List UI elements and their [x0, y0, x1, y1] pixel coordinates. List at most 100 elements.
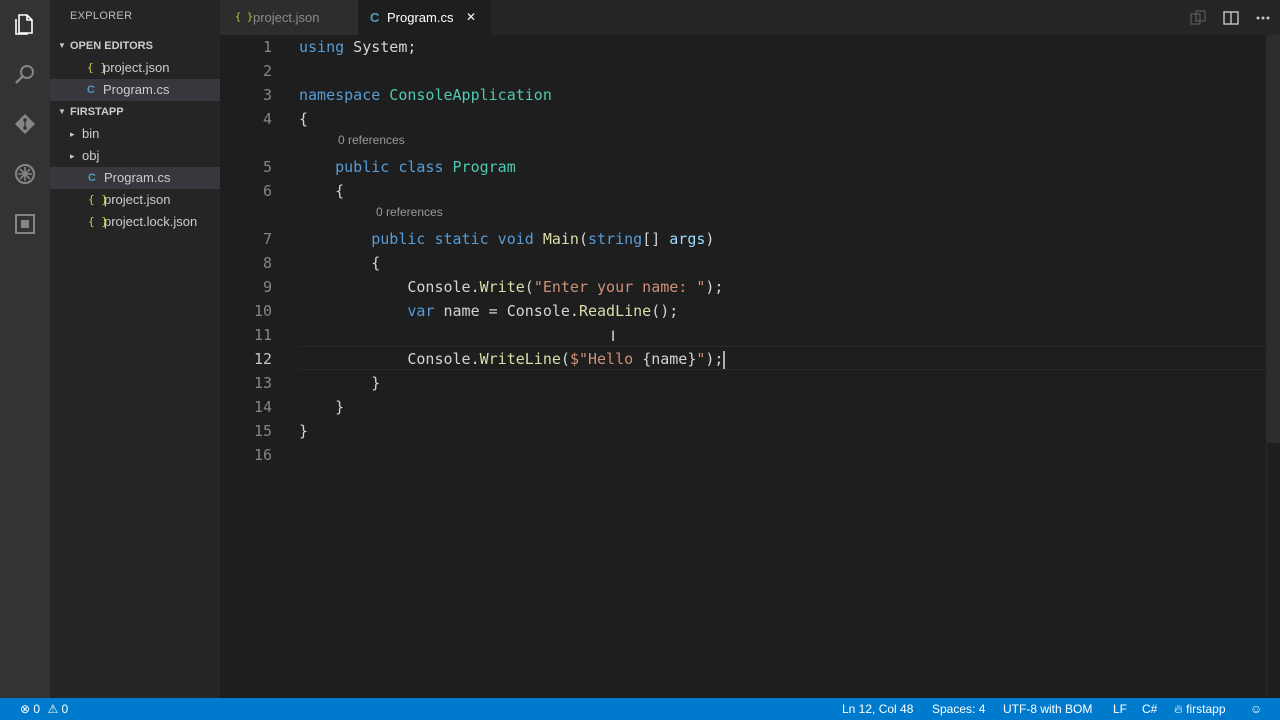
code-token: Console.: [299, 278, 480, 296]
code-token: $"Hello: [569, 350, 643, 368]
line-number: 15: [253, 422, 272, 440]
json-file-icon: { }: [235, 12, 254, 23]
csharp-file-icon: C: [88, 172, 96, 184]
vertical-scrollbar-thumb[interactable]: [1267, 35, 1280, 443]
folder-header-firstapp[interactable]: ▼ FIRSTAPP: [50, 101, 220, 123]
code-token: var: [407, 302, 435, 320]
code-token: args: [669, 230, 706, 248]
code-token: Main: [533, 230, 579, 248]
code-line[interactable]: public class Program: [299, 155, 516, 179]
code-token: );: [705, 278, 724, 296]
code-token: public class: [335, 158, 444, 176]
feedback-smiley-icon[interactable]: ☺: [1250, 698, 1262, 720]
code-token: ();: [651, 302, 679, 320]
tree-item-project-lock-json[interactable]: { } project.lock.json: [50, 211, 220, 233]
open-editor-item-program-cs[interactable]: C Program.cs: [50, 79, 220, 101]
explorer-icon[interactable]: [13, 12, 37, 36]
search-icon[interactable]: [13, 62, 37, 86]
code-line[interactable]: using System;: [299, 35, 416, 59]
line-number: 10: [253, 302, 272, 320]
code-token: ReadLine: [578, 302, 652, 320]
status-bar: ⊗ 0 ⚠ 0 Ln 12, Col 48 Spaces: 4 UTF-8 wi…: [0, 698, 1280, 720]
language-mode[interactable]: C#: [1142, 698, 1157, 720]
code-line[interactable]: public static void Main(string[] args): [299, 227, 714, 251]
code-line[interactable]: }: [299, 371, 380, 395]
chevron-down-icon: ▼: [58, 107, 66, 116]
line-number: 16: [253, 446, 272, 464]
text-caret: [723, 350, 726, 369]
tab-program-cs[interactable]: C Program.cs ✕: [358, 0, 490, 35]
code-token: }: [299, 398, 345, 416]
sidebar-title: EXPLORER: [70, 10, 133, 22]
code-token: {: [299, 110, 309, 128]
line-number: 6: [262, 182, 272, 200]
code-token: System;: [344, 38, 417, 56]
project-status[interactable]: 🔥︎ firstapp: [1174, 698, 1226, 720]
csharp-file-icon: C: [370, 10, 380, 25]
codelens-references[interactable]: 0 references: [376, 202, 443, 222]
open-changes-icon[interactable]: [1190, 10, 1206, 29]
code-line[interactable]: Console.Write("Enter your name: ");: [299, 275, 723, 299]
errors-status[interactable]: ⊗ 0 ⚠ 0: [20, 698, 68, 720]
tree-item-project-json[interactable]: { } project.json: [50, 189, 220, 211]
tree-item-bin[interactable]: ▸ bin: [50, 123, 220, 145]
open-editor-item-project-json[interactable]: { } project.json: [50, 57, 220, 79]
code-token: Console.: [299, 350, 480, 368]
cursor-position[interactable]: Ln 12, Col 48: [842, 698, 913, 720]
code-token: Program: [443, 158, 516, 176]
tree-item-obj[interactable]: ▸ obj: [50, 145, 220, 167]
code-token: string: [588, 230, 643, 248]
csharp-file-icon: C: [87, 84, 95, 96]
explorer-sidebar: EXPLORER ▼ OPEN EDITORS { } project.json…: [50, 0, 220, 698]
code-token: using: [299, 38, 345, 56]
code-line[interactable]: }: [299, 395, 344, 419]
code-token: "Enter your name: ": [533, 278, 706, 296]
chevron-right-icon: ▸: [70, 129, 75, 139]
line-number: 12: [253, 350, 272, 368]
code-token: name = Console.: [434, 302, 579, 320]
code-line[interactable]: {: [299, 251, 380, 275]
code-line[interactable]: {: [299, 179, 344, 203]
open-editors-header[interactable]: ▼ OPEN EDITORS: [50, 35, 220, 57]
split-editor-icon[interactable]: [1223, 10, 1239, 29]
code-line[interactable]: namespace ConsoleApplication: [299, 83, 552, 107]
eol-status[interactable]: LF: [1113, 698, 1127, 720]
indentation-status[interactable]: Spaces: 4: [932, 698, 985, 720]
code-token: namespace: [299, 86, 381, 104]
code-token: WriteLine: [479, 350, 561, 368]
code-token: }: [299, 374, 381, 392]
line-number: 9: [262, 278, 272, 296]
code-token: public static void: [371, 230, 534, 248]
more-actions-icon[interactable]: [1255, 10, 1271, 29]
code-line[interactable]: var name = Console.ReadLine();: [299, 299, 678, 323]
line-number: 11: [253, 326, 272, 344]
code-line[interactable]: {: [299, 107, 308, 131]
line-number: 14: [253, 398, 272, 416]
close-icon[interactable]: ✕: [466, 0, 476, 35]
encoding-status[interactable]: UTF-8 with BOM: [1003, 698, 1092, 720]
error-icon: ⊗: [20, 702, 31, 716]
code-token: (: [524, 278, 534, 296]
text-cursor-icon: I: [611, 329, 616, 345]
debug-icon[interactable]: [13, 162, 37, 186]
flame-icon: 🔥︎: [1174, 702, 1183, 716]
extensions-icon[interactable]: [13, 212, 37, 236]
editor-tabs: { } project.json C Program.cs ✕: [220, 0, 1280, 35]
chevron-down-icon: ▼: [58, 41, 66, 50]
tree-item-program-cs[interactable]: C Program.cs: [50, 167, 220, 189]
tab-project-json[interactable]: { } project.json: [220, 0, 358, 35]
code-token: []: [642, 230, 670, 248]
source-control-icon[interactable]: [13, 112, 37, 136]
line-number: 4: [262, 110, 272, 128]
code-line[interactable]: }: [299, 419, 308, 443]
code-line[interactable]: Console.WriteLine($"Hello {name}");: [299, 347, 726, 371]
code-token: }: [299, 422, 309, 440]
codelens-references[interactable]: 0 references: [338, 130, 405, 150]
code-token: (: [560, 350, 570, 368]
line-number: 13: [253, 374, 272, 392]
code-editor[interactable]: 1 2 3 4 5 6 7 8 9 10 11 12 13 14 15 16 0…: [220, 35, 1266, 698]
line-number: 3: [262, 86, 272, 104]
code-token: {name}: [642, 350, 697, 368]
